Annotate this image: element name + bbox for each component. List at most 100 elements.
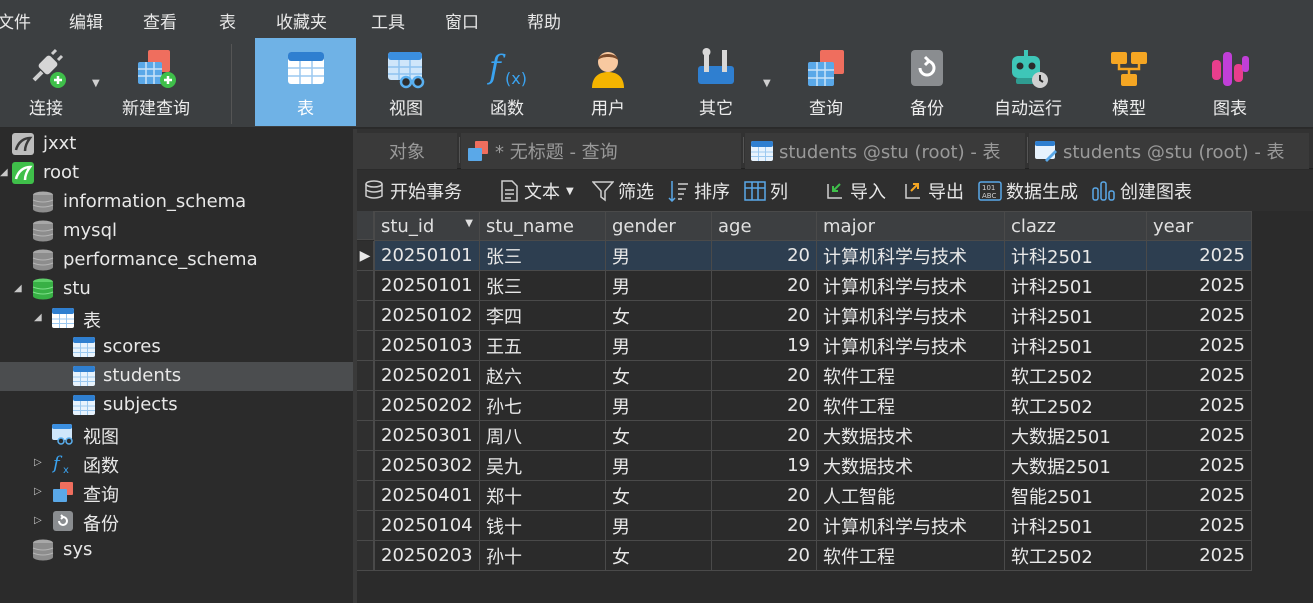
table-button[interactable]: 表 (255, 38, 356, 126)
cell-major[interactable]: 人工智能 (816, 480, 1005, 511)
data-generation-button[interactable]: 101 ABC 数据生成 (978, 178, 1078, 204)
row-selector[interactable] (357, 301, 374, 331)
cell-stu-name[interactable]: 张三 (479, 270, 606, 301)
cell-clazz[interactable]: 计科2501 (1004, 240, 1147, 271)
tree-item-scores[interactable]: scores (0, 333, 353, 362)
cell-stu-id[interactable]: 20250101 (374, 240, 480, 271)
cell-clazz[interactable]: 软工2502 (1004, 540, 1147, 571)
collapse-arrow-icon[interactable]: ◢ (14, 283, 22, 294)
table-row[interactable]: 20250101 张三男 20 计算机科学与技术 计科2501 2025 (374, 270, 1252, 301)
export-button[interactable]: 导出 (902, 178, 964, 204)
cell-stu-id[interactable]: 20250202 (374, 390, 480, 421)
cell-age[interactable]: 20 (711, 420, 817, 451)
cell-stu-name[interactable]: 吴九 (479, 450, 606, 481)
cell-clazz[interactable]: 计科2501 (1004, 300, 1147, 331)
row-selector[interactable] (357, 541, 374, 571)
cell-major[interactable]: 计算机科学与技术 (816, 510, 1005, 541)
text-dropdown-icon[interactable]: ▼ (566, 186, 574, 197)
cell-major[interactable]: 计算机科学与技术 (816, 240, 1005, 271)
expand-arrow-icon[interactable]: ▷ (34, 457, 42, 468)
tab-students-table-design[interactable]: students @stu (root) - 表 (1029, 133, 1309, 169)
text-view-button[interactable]: 文本 ▼ (498, 178, 574, 204)
cell-stu-name[interactable]: 赵六 (479, 360, 606, 391)
cell-stu-id[interactable]: 20250101 (374, 270, 480, 301)
column-header-year[interactable]: year (1146, 211, 1252, 241)
table-row[interactable]: 20250101 张三男 20 计算机科学与技术 计科2501 2025 (374, 240, 1252, 271)
cell-age[interactable]: 20 (711, 240, 817, 271)
sort-dropdown-icon[interactable]: ▼ (465, 218, 473, 229)
tree-item-sys[interactable]: sys (0, 536, 353, 565)
cell-stu-id[interactable]: 20250301 (374, 420, 480, 451)
menu-edit[interactable]: 编辑 (69, 8, 103, 33)
connection-button[interactable]: 连接 (0, 38, 92, 126)
cell-stu-name[interactable]: 孙十 (479, 540, 606, 571)
cell-gender[interactable]: 男 (605, 240, 712, 271)
cell-gender[interactable]: 男 (605, 450, 712, 481)
menu-favorites[interactable]: 收藏夹 (276, 8, 327, 33)
cell-stu-id[interactable]: 20250102 (374, 300, 480, 331)
table-row[interactable]: 20250301 周八女 20 大数据技术 大数据2501 2025 (374, 420, 1252, 451)
function-button[interactable]: f (x) 函数 (462, 38, 552, 126)
cell-year[interactable]: 2025 (1146, 270, 1252, 301)
cell-gender[interactable]: 男 (605, 330, 712, 361)
cell-year[interactable]: 2025 (1146, 360, 1252, 391)
tab-objects[interactable]: 对象 (357, 133, 457, 169)
table-row[interactable]: 20250202 孙七男 20 软件工程 软工2502 2025 (374, 390, 1252, 421)
column-header-stu-id[interactable]: stu_id ▼ (374, 211, 480, 241)
view-button[interactable]: 视图 (362, 38, 450, 126)
cell-gender[interactable]: 女 (605, 360, 712, 391)
cell-clazz[interactable]: 软工2502 (1004, 360, 1147, 391)
cell-gender[interactable]: 女 (605, 480, 712, 511)
tree-item-performance-schema[interactable]: performance_schema (0, 246, 353, 275)
begin-transaction-button[interactable]: 开始事务 (364, 178, 462, 204)
cell-stu-name[interactable]: 郑十 (479, 480, 606, 511)
cell-age[interactable]: 19 (711, 450, 817, 481)
menu-table[interactable]: 表 (219, 8, 236, 33)
cell-gender[interactable]: 女 (605, 300, 712, 331)
row-selector[interactable] (357, 451, 374, 481)
cell-age[interactable]: 20 (711, 390, 817, 421)
cell-year[interactable]: 2025 (1146, 240, 1252, 271)
filter-button[interactable]: 筛选 (592, 178, 654, 204)
user-button[interactable]: 用户 (563, 38, 653, 126)
cell-age[interactable]: 19 (711, 330, 817, 361)
cell-gender[interactable]: 男 (605, 510, 712, 541)
table-row[interactable]: 20250401 郑十女 20 人工智能 智能2501 2025 (374, 480, 1252, 511)
cell-major[interactable]: 软件工程 (816, 360, 1005, 391)
cell-stu-id[interactable]: 20250103 (374, 330, 480, 361)
tree-item-subjects[interactable]: subjects (0, 391, 353, 420)
tree-item-jxxt[interactable]: jxxt (0, 130, 353, 159)
tree-item-root[interactable]: ◢ root (0, 159, 353, 188)
row-selector[interactable] (357, 391, 374, 421)
menu-file[interactable]: 文件 (0, 8, 31, 33)
cell-stu-name[interactable]: 张三 (479, 240, 606, 271)
tree-item-queries[interactable]: ▷ 查询 (0, 478, 353, 507)
tab-students-table[interactable]: students @stu (root) - 表 (745, 133, 1025, 169)
columns-button[interactable]: 列 (744, 178, 788, 204)
cell-year[interactable]: 2025 (1146, 480, 1252, 511)
cell-major[interactable]: 计算机科学与技术 (816, 270, 1005, 301)
cell-year[interactable]: 2025 (1146, 540, 1252, 571)
cell-clazz[interactable]: 大数据2501 (1004, 420, 1147, 451)
cell-year[interactable]: 2025 (1146, 330, 1252, 361)
menu-view[interactable]: 查看 (143, 8, 177, 33)
cell-year[interactable]: 2025 (1146, 510, 1252, 541)
cell-clazz[interactable]: 软工2502 (1004, 390, 1147, 421)
cell-clazz[interactable]: 计科2501 (1004, 270, 1147, 301)
tree-item-functions[interactable]: ▷ f x 函数 (0, 449, 353, 478)
column-header-major[interactable]: major (816, 211, 1005, 241)
cell-stu-name[interactable]: 李四 (479, 300, 606, 331)
cell-gender[interactable]: 男 (605, 390, 712, 421)
cell-age[interactable]: 20 (711, 510, 817, 541)
tree-item-tables[interactable]: ◢ 表 (0, 304, 353, 333)
cell-major[interactable]: 大数据技术 (816, 450, 1005, 481)
cell-age[interactable]: 20 (711, 540, 817, 571)
new-query-button[interactable]: 新建查询 (110, 38, 202, 126)
cell-age[interactable]: 20 (711, 270, 817, 301)
column-header-age[interactable]: age (711, 211, 817, 241)
others-dropdown-icon[interactable]: ▼ (763, 78, 771, 89)
tab-untitled-query[interactable]: * 无标题 - 查询 (461, 133, 741, 169)
create-chart-button[interactable]: 创建图表 (1092, 178, 1192, 204)
column-header-clazz[interactable]: clazz (1004, 211, 1147, 241)
expand-arrow-icon[interactable]: ▷ (34, 515, 42, 526)
